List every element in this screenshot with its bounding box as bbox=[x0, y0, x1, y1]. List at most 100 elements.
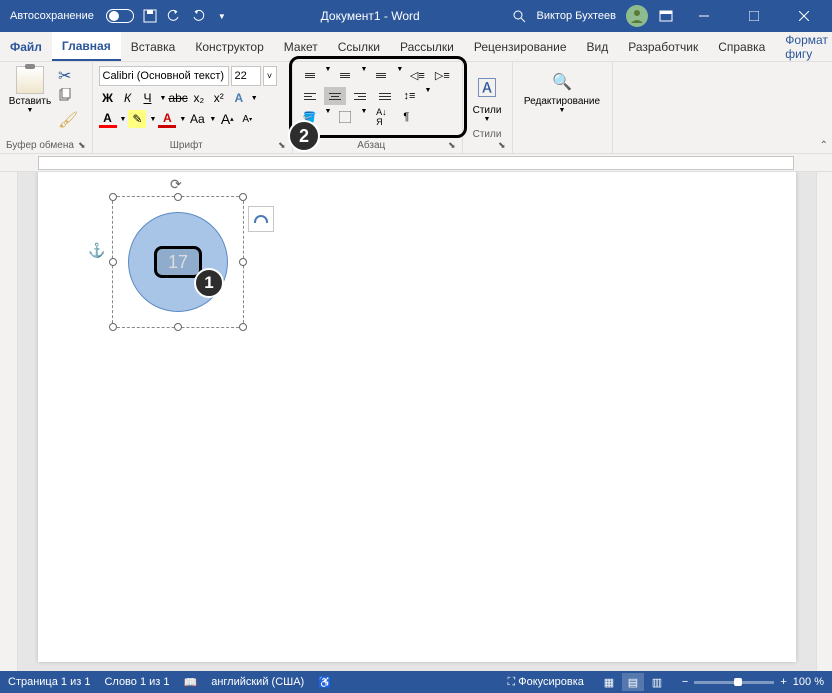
zoom-in-button[interactable]: + bbox=[780, 676, 786, 688]
bullets-button[interactable] bbox=[299, 66, 321, 84]
zoom-slider[interactable] bbox=[694, 681, 774, 684]
decrease-indent-button[interactable]: ◁≡ bbox=[406, 66, 428, 84]
zoom-out-button[interactable]: − bbox=[682, 676, 688, 688]
align-center-button[interactable] bbox=[324, 87, 346, 105]
document-title: Документ1 - Word bbox=[230, 9, 511, 23]
vertical-scrollbar[interactable] bbox=[816, 172, 832, 671]
accessibility-icon[interactable]: ♿ bbox=[318, 676, 332, 689]
qat-dropdown-icon[interactable]: ▼ bbox=[214, 8, 230, 24]
tab-review[interactable]: Рецензирование bbox=[464, 32, 577, 61]
tab-help[interactable]: Справка bbox=[708, 32, 775, 61]
text-effects-button[interactable]: A bbox=[230, 89, 248, 107]
minimize-button[interactable] bbox=[684, 0, 724, 32]
multilevel-button[interactable] bbox=[370, 66, 392, 84]
grow-font-button[interactable]: A▴ bbox=[218, 110, 236, 128]
spellcheck-icon[interactable]: 📖 bbox=[184, 676, 198, 689]
tab-developer[interactable]: Разработчик bbox=[618, 32, 708, 61]
fontcolor2-button[interactable]: A bbox=[158, 110, 176, 128]
page-area[interactable]: ⟳ ⚓ 17 1 bbox=[18, 172, 816, 671]
styles-launcher[interactable]: ⬊ bbox=[498, 140, 506, 151]
print-layout-button[interactable]: ▤ bbox=[622, 673, 644, 691]
tab-layout[interactable]: Макет bbox=[274, 32, 328, 61]
font-name-combo[interactable] bbox=[99, 66, 229, 86]
show-marks-button[interactable]: ¶ bbox=[395, 108, 417, 126]
resize-handle[interactable] bbox=[174, 193, 182, 201]
align-right-button[interactable] bbox=[349, 87, 371, 105]
layout-options-button[interactable] bbox=[248, 206, 274, 232]
tab-design[interactable]: Конструктор bbox=[185, 32, 273, 61]
resize-handle[interactable] bbox=[109, 258, 117, 266]
justify-button[interactable] bbox=[374, 87, 396, 105]
user-avatar[interactable] bbox=[626, 5, 648, 27]
selected-shape[interactable]: ⟳ ⚓ 17 1 bbox=[118, 202, 238, 322]
tab-insert[interactable]: Вставка bbox=[121, 32, 186, 61]
font-size-combo[interactable] bbox=[231, 66, 261, 86]
collapse-ribbon-icon[interactable]: ⌃ bbox=[820, 140, 828, 151]
sort-button[interactable]: А↓Я bbox=[370, 108, 392, 126]
tab-references[interactable]: Ссылки bbox=[328, 32, 390, 61]
styles-button[interactable]: 🄰 Стили ▼ bbox=[469, 66, 506, 123]
group-font: ˅ Ж К Ч▼ abc x₂ x² A▼ A▼ ✎▼ A▼ Aa▼ A▴ A▾… bbox=[93, 62, 293, 153]
save-icon[interactable] bbox=[142, 8, 158, 24]
callout-badge-2: 2 bbox=[288, 120, 320, 152]
close-button[interactable] bbox=[784, 0, 824, 32]
anchor-icon: ⚓ bbox=[88, 242, 105, 259]
undo-icon[interactable] bbox=[166, 8, 182, 24]
tab-mailings[interactable]: Рассылки bbox=[390, 32, 464, 61]
borders-button[interactable] bbox=[334, 108, 356, 126]
paragraph-launcher[interactable]: ⬊ bbox=[448, 140, 456, 151]
autosave-toggle[interactable] bbox=[106, 9, 134, 23]
italic-button[interactable]: К bbox=[119, 89, 137, 107]
web-layout-button[interactable]: ▥ bbox=[646, 673, 668, 691]
group-editing: 🔍 Редактирование ▼ bbox=[513, 62, 613, 153]
align-left-button[interactable] bbox=[299, 87, 321, 105]
zoom-level[interactable]: 100 % bbox=[793, 676, 824, 688]
maximize-button[interactable] bbox=[734, 0, 774, 32]
ribbon-display-icon[interactable] bbox=[658, 8, 674, 24]
increase-indent-button[interactable]: ▷≡ bbox=[431, 66, 453, 84]
font-color-button[interactable]: A bbox=[99, 110, 117, 128]
copy-icon[interactable] bbox=[58, 88, 74, 104]
superscript-button[interactable]: x² bbox=[210, 89, 228, 107]
resize-handle[interactable] bbox=[174, 323, 182, 331]
resize-handle[interactable] bbox=[239, 193, 247, 201]
format-painter-icon[interactable]: 🖌 bbox=[58, 110, 74, 126]
resize-handle[interactable] bbox=[109, 193, 117, 201]
redo-icon[interactable] bbox=[190, 8, 206, 24]
clipboard-launcher[interactable]: ⬊ bbox=[78, 140, 86, 151]
font-size-dropdown[interactable]: ˅ bbox=[263, 66, 277, 86]
underline-button[interactable]: Ч bbox=[139, 89, 157, 107]
tab-view[interactable]: Вид bbox=[577, 32, 619, 61]
horizontal-ruler[interactable] bbox=[0, 154, 832, 172]
line-spacing-button[interactable]: ↕≡ bbox=[399, 87, 421, 105]
strikethrough-button[interactable]: abc bbox=[168, 89, 187, 107]
editing-button[interactable]: 🔍 Редактирование ▼ bbox=[519, 66, 606, 114]
document-page[interactable]: ⟳ ⚓ 17 1 bbox=[38, 172, 796, 662]
subscript-button[interactable]: x₂ bbox=[190, 89, 208, 107]
shape-text[interactable]: 17 bbox=[154, 246, 202, 278]
vertical-ruler[interactable] bbox=[0, 172, 18, 671]
page-indicator[interactable]: Страница 1 из 1 bbox=[8, 676, 90, 688]
change-case-button[interactable]: Aa bbox=[188, 110, 206, 128]
bold-button[interactable]: Ж bbox=[99, 89, 117, 107]
numbering-button[interactable] bbox=[334, 66, 356, 84]
shrink-font-button[interactable]: A▾ bbox=[238, 110, 256, 128]
read-mode-button[interactable]: ▦ bbox=[598, 673, 620, 691]
font-launcher[interactable]: ⬊ bbox=[278, 140, 286, 151]
resize-handle[interactable] bbox=[239, 323, 247, 331]
tab-file[interactable]: Файл bbox=[0, 32, 52, 61]
tab-home[interactable]: Главная bbox=[52, 32, 121, 61]
cut-icon[interactable]: ✂ bbox=[58, 66, 74, 82]
resize-handle[interactable] bbox=[239, 258, 247, 266]
rotate-handle-icon[interactable]: ⟳ bbox=[170, 176, 182, 193]
focus-mode[interactable]: ⛶ Фокусировка bbox=[507, 676, 583, 689]
workspace: ⟳ ⚓ 17 1 bbox=[0, 172, 832, 671]
word-count[interactable]: Слово 1 из 1 bbox=[104, 676, 169, 688]
highlight-button[interactable]: ✎ bbox=[128, 110, 146, 128]
user-name: Виктор Бухтеев bbox=[537, 10, 616, 22]
tab-shape-format[interactable]: Формат фигу bbox=[775, 32, 832, 61]
resize-handle[interactable] bbox=[109, 323, 117, 331]
language-indicator[interactable]: английский (США) bbox=[211, 676, 304, 688]
paste-button[interactable]: Вставить ▼ bbox=[6, 66, 54, 126]
search-icon[interactable] bbox=[511, 8, 527, 24]
